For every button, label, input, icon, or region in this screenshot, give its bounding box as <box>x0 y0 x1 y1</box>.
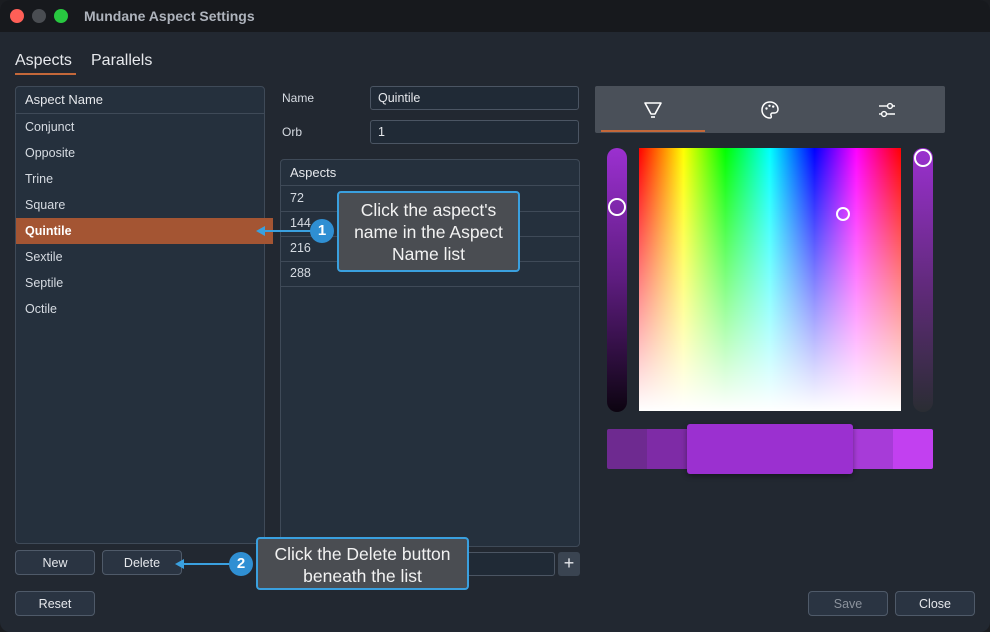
alpha-slider[interactable] <box>913 148 933 412</box>
list-item-quintile[interactable]: Quintile <box>16 218 273 244</box>
window-title: Mundane Aspect Settings <box>84 8 255 24</box>
callout-1-text: Click the aspect's name in the Aspect Na… <box>337 191 520 272</box>
palette-icon <box>761 100 779 119</box>
list-item-opposite[interactable]: Opposite <box>16 140 273 166</box>
tab-aspects[interactable]: Aspects <box>15 52 72 70</box>
save-button[interactable]: Save <box>808 591 888 616</box>
list-item-trine[interactable]: Trine <box>16 166 273 192</box>
minimize-window-button[interactable] <box>32 9 46 23</box>
list-item-square[interactable]: Square <box>16 192 273 218</box>
tab-sliders[interactable] <box>829 86 945 133</box>
tab-palette[interactable] <box>712 86 828 133</box>
add-aspect-button[interactable]: + <box>558 552 580 576</box>
sliders-icon <box>879 102 895 117</box>
swatch[interactable] <box>607 429 647 469</box>
callout-2-text: Click the Delete button beneath the list <box>256 537 469 590</box>
aspect-name-header: Aspect Name <box>16 87 264 114</box>
reset-button[interactable]: Reset <box>15 591 95 616</box>
name-label: Name <box>282 91 315 105</box>
callout-2-badge: 2 <box>229 552 253 576</box>
new-button[interactable]: New <box>15 550 95 575</box>
name-field[interactable]: Quintile <box>370 86 579 110</box>
color-wheel-funnel-icon <box>644 101 662 118</box>
zoom-window-button[interactable] <box>54 9 68 23</box>
alpha-handle[interactable] <box>914 149 932 167</box>
swatch[interactable] <box>647 429 687 469</box>
aspect-name-list: Aspect Name Conjunct Opposite Trine Squa… <box>15 86 273 544</box>
swatch[interactable] <box>893 429 933 469</box>
color-picker-tabs <box>595 86 945 133</box>
list-item-sextile[interactable]: Sextile <box>16 244 273 270</box>
active-tab-indicator <box>15 73 76 75</box>
list-item-septile[interactable]: Septile <box>16 270 273 296</box>
callout-1-badge: 1 <box>310 219 334 243</box>
tab-color-wheel[interactable] <box>595 86 711 133</box>
close-button[interactable]: Close <box>895 591 975 616</box>
aspects-table-header: Aspects <box>281 160 579 186</box>
swatch[interactable] <box>853 429 893 469</box>
active-picker-tab-indicator <box>601 130 705 132</box>
brightness-slider[interactable] <box>607 148 627 412</box>
color-field[interactable] <box>639 148 901 411</box>
orb-field[interactable]: 1 <box>370 120 579 144</box>
title-bar: Mundane Aspect Settings <box>0 0 990 32</box>
brightness-handle[interactable] <box>608 198 626 216</box>
list-item-octile[interactable]: Octile <box>16 296 273 322</box>
orb-label: Orb <box>282 125 303 139</box>
tab-parallels[interactable]: Parallels <box>91 52 152 70</box>
color-field-handle[interactable] <box>836 207 850 221</box>
close-window-button[interactable] <box>10 9 24 23</box>
selected-color-swatch <box>687 424 853 474</box>
list-item-conjunct[interactable]: Conjunct <box>16 114 273 140</box>
settings-window: Mundane Aspect Settings Aspects Parallel… <box>0 0 990 632</box>
